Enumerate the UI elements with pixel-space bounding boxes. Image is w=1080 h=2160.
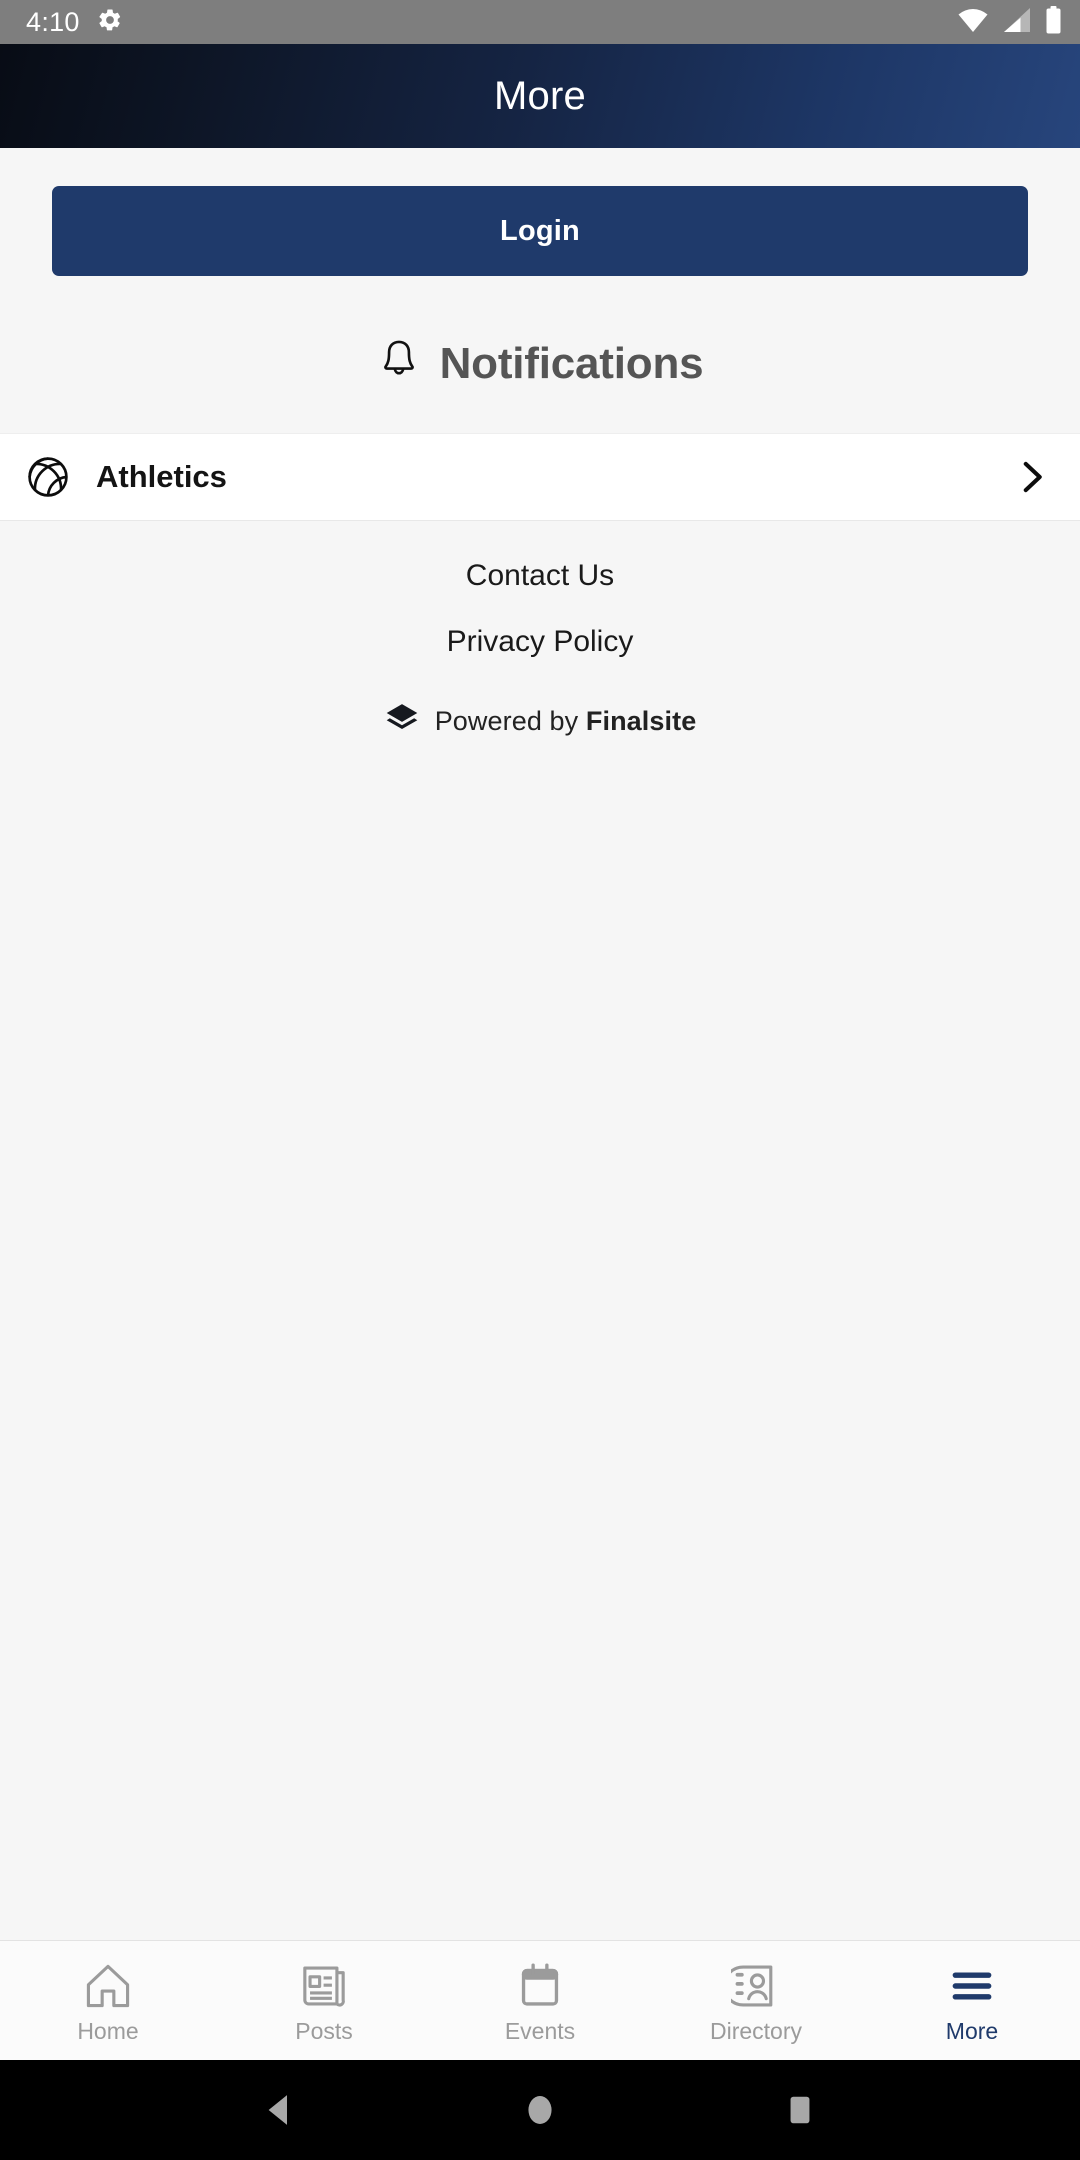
recents-button[interactable]: [779, 2089, 821, 2131]
notification-row-label: Athletics: [96, 459, 227, 494]
powered-by-text: Powered by Finalsite: [435, 706, 697, 737]
tab-label-posts: Posts: [295, 2017, 353, 2044]
tab-label-events: Events: [504, 2017, 576, 2044]
tab-posts[interactable]: Posts: [216, 1941, 432, 2060]
page-title: More: [494, 73, 586, 118]
notification-row-athletics[interactable]: Athletics: [0, 433, 1080, 521]
basketball-icon: [22, 454, 74, 500]
tab-events[interactable]: Events: [432, 1941, 648, 2060]
newspaper-icon: [299, 1959, 349, 2011]
wifi-icon: [957, 7, 989, 38]
status-bar-left: 4:10: [26, 7, 123, 38]
tab-label-more: More: [945, 2017, 999, 2044]
contact-card-icon: [731, 1959, 781, 2011]
app-header: More: [0, 44, 1080, 148]
home-button[interactable]: [519, 2089, 561, 2131]
chevron-right-icon[interactable]: [1010, 456, 1052, 498]
home-icon: [83, 1959, 133, 2011]
android-navigation-bar: [0, 2060, 1080, 2160]
finalsite-brand: Finalsite: [585, 706, 697, 736]
tab-label-directory: Directory: [709, 2017, 802, 2044]
calendar-icon: [515, 1959, 565, 2011]
tab-label-home: Home: [77, 2017, 139, 2044]
bottom-tab-bar: Home Posts Events Directory More: [0, 1940, 1080, 2060]
finalsite-layers-logo: [384, 701, 420, 742]
powered-by-finalsite[interactable]: Powered by Finalsite: [0, 701, 1080, 742]
phone-screen: 4:10 More Login Notifications Athletics …: [0, 0, 1080, 2160]
contact-us-link[interactable]: Contact Us: [466, 521, 614, 591]
hamburger-menu-icon: [947, 1959, 997, 2011]
status-bar-right: [957, 5, 1062, 39]
cellular-signal-icon: [1002, 7, 1032, 38]
battery-icon: [1045, 5, 1062, 39]
tab-home[interactable]: Home: [0, 1941, 216, 2060]
privacy-policy-link[interactable]: Privacy Policy: [447, 591, 634, 657]
bell-icon: [377, 338, 421, 389]
status-bar: 4:10: [0, 0, 1080, 44]
login-button[interactable]: Login: [52, 186, 1028, 276]
tab-more[interactable]: More: [864, 1941, 1080, 2060]
status-clock: 4:10: [26, 6, 80, 37]
powered-by-prefix: Powered by: [434, 706, 586, 736]
notifications-title: Notifications: [439, 338, 704, 388]
footer-links: Contact Us Privacy Policy: [0, 521, 1080, 657]
tab-directory[interactable]: Directory: [648, 1941, 864, 2060]
settings-gear-icon: [97, 7, 123, 38]
main-content: Login Notifications Athletics Contact Us…: [0, 148, 1080, 1940]
back-button[interactable]: [259, 2089, 301, 2131]
notifications-section-header: Notifications: [0, 338, 1080, 389]
login-button-container: Login: [0, 148, 1080, 276]
